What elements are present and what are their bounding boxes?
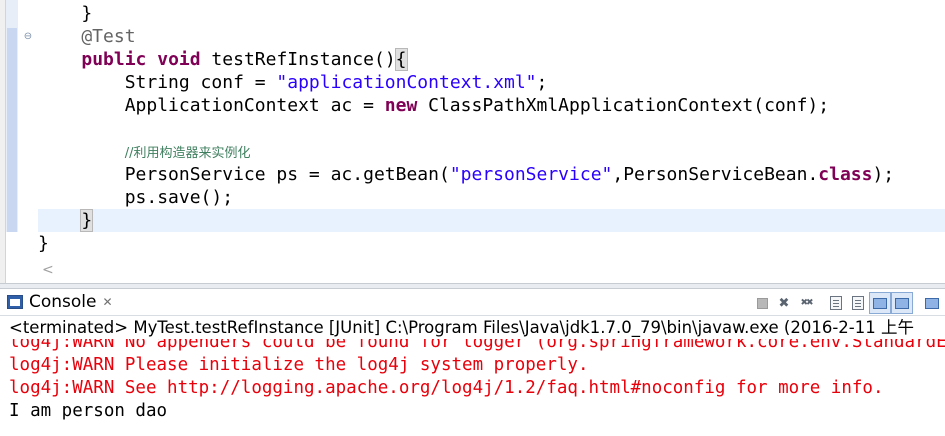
remove-all-icon: ✖✖ — [800, 298, 813, 308]
code-token: } — [80, 209, 94, 232]
code-token: //利用构造器来实例化 — [124, 146, 251, 161]
code-token: ; — [536, 72, 548, 93]
console-output-line: log4j:WARN Please initialize the log4j s… — [9, 355, 589, 375]
console-output-line: I am person dao — [9, 401, 168, 421]
code-token: "applicationContext.xml" — [276, 72, 537, 93]
code-token: new — [384, 95, 418, 116]
code-token: @Test — [38, 26, 136, 47]
code-token: ps.save(); — [38, 187, 234, 208]
console-toolbar: ✖ ✖✖ — [752, 292, 944, 314]
horizontal-scrollbar[interactable]: < — [38, 259, 945, 281]
show-on-stderr-button[interactable] — [891, 292, 913, 314]
code-token: void — [157, 49, 201, 70]
console-view-header: Console ✕ ✖ ✖✖ — [0, 289, 945, 316]
show-stderr-icon — [895, 297, 909, 309]
code-line[interactable]: public void testRefInstance(){ — [38, 48, 408, 71]
code-token: { — [394, 48, 408, 71]
code-editor[interactable]: ⊖ } @Test public void testRefInstance(){… — [0, 0, 945, 283]
code-line[interactable]: } — [38, 2, 92, 25]
remove-all-terminated-button[interactable]: ✖✖ — [796, 293, 816, 313]
terminate-button[interactable] — [752, 293, 772, 313]
console-icon — [7, 295, 23, 309]
code-line[interactable]: } — [38, 209, 94, 232]
code-line[interactable]: ps.save(); — [38, 186, 233, 209]
scroll-lock-icon — [830, 296, 842, 310]
change-ruler-strip — [7, 28, 17, 232]
code-token: class — [818, 164, 873, 185]
terminate-icon — [756, 297, 768, 309]
code-token: } — [38, 233, 49, 254]
code-token: } — [38, 3, 93, 24]
code-line[interactable]: PersonService ps = ac.getBean("personSer… — [38, 163, 894, 186]
code-token: testRefInstance() — [200, 49, 396, 70]
remove-launch-button[interactable]: ✖ — [774, 293, 794, 313]
code-token: public — [81, 49, 147, 70]
code-line[interactable]: String conf = "applicationContext.xml"; — [38, 71, 548, 94]
current-line-highlight — [38, 209, 945, 232]
code-line[interactable]: @Test — [38, 25, 136, 48]
console-launch-status: <terminated> MyTest.testRefInstance [JUn… — [9, 318, 914, 337]
pin-console-button[interactable] — [922, 293, 942, 313]
scroll-left-arrow-icon[interactable]: < — [42, 261, 58, 279]
code-token: ,PersonServiceBean. — [612, 164, 819, 185]
console-output[interactable]: log4j:WARN No appenders could be found f… — [9, 339, 945, 436]
tab-console[interactable]: Console ✕ — [3, 291, 117, 313]
clear-console-button[interactable] — [848, 293, 868, 313]
code-line[interactable]: } — [38, 232, 49, 255]
show-on-stdout-button[interactable] — [869, 292, 891, 314]
code-token: String conf = — [38, 72, 277, 93]
scroll-lock-button[interactable] — [826, 293, 846, 313]
fold-collapse-icon[interactable]: ⊖ — [22, 31, 34, 43]
code-token: ClassPathXmlApplicationContext(conf); — [417, 95, 830, 116]
console-tab-label: Console — [29, 292, 97, 312]
code-token: ); — [872, 164, 895, 185]
clear-console-icon — [852, 296, 864, 310]
code-token: PersonService ps = ac.getBean( — [38, 164, 450, 185]
code-line[interactable]: //利用构造器来实例化 — [38, 140, 251, 163]
code-token: "personService" — [449, 164, 613, 185]
show-stdout-icon — [873, 297, 887, 309]
close-icon[interactable]: ✕ — [103, 295, 113, 309]
console-output-line: log4j:WARN No appenders could be found f… — [9, 339, 945, 352]
console-output-line: log4j:WARN See http://logging.apache.org… — [9, 378, 884, 398]
code-line[interactable]: ApplicationContext ac = new ClassPathXml… — [38, 94, 829, 117]
code-token: ApplicationContext ac = — [38, 95, 385, 116]
pin-console-icon — [925, 297, 939, 309]
remove-launch-icon: ✖ — [778, 295, 790, 311]
